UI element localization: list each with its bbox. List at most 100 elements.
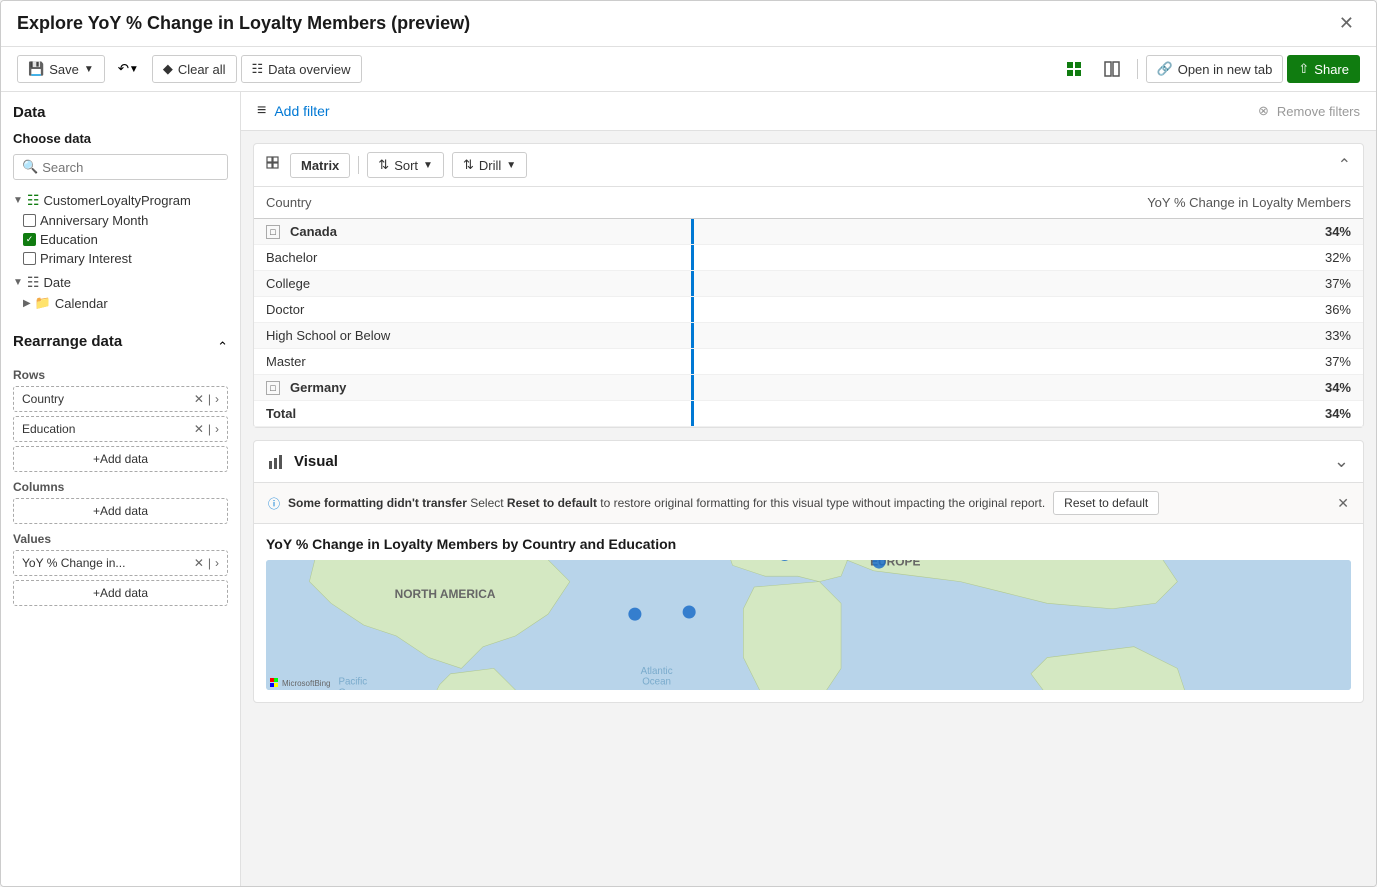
country-pill-more[interactable]: › bbox=[215, 392, 219, 406]
map-container[interactable]: NORTH AMERICA EUROPE ASIA Pacific Ocean … bbox=[266, 560, 1351, 690]
search-input[interactable] bbox=[42, 160, 219, 175]
filter-icon: ≡ bbox=[257, 102, 266, 120]
svg-text:Ocean: Ocean bbox=[642, 677, 671, 688]
tree-item-education[interactable]: ✓ Education bbox=[23, 230, 228, 249]
yoy-pill-remove[interactable]: ✕ bbox=[194, 556, 204, 570]
split-view-button[interactable] bbox=[1095, 55, 1129, 83]
calendar-expand-icon: ▶ bbox=[23, 298, 31, 309]
map-svg: NORTH AMERICA EUROPE ASIA Pacific Ocean … bbox=[266, 560, 1351, 690]
anniversary-month-checkbox[interactable] bbox=[23, 214, 36, 227]
rearrange-title: Rearrange data bbox=[13, 333, 122, 350]
matrix-collapse-button[interactable]: ⌃ bbox=[1338, 155, 1351, 175]
open-new-tab-button[interactable]: 🔗 Open in new tab bbox=[1146, 55, 1284, 83]
education-pill-remove[interactable]: ✕ bbox=[194, 422, 204, 436]
main-content: Data Choose data 🔍 ▼ ☷ CustomerLoyaltyPr… bbox=[1, 92, 1376, 886]
undo-icon: ↶ bbox=[118, 61, 129, 77]
tree-item-anniversary-month[interactable]: Anniversary Month bbox=[23, 211, 228, 230]
tree: ▼ ☷ CustomerLoyaltyProgram Anniversary M… bbox=[13, 190, 228, 313]
folder-icon: 📁 bbox=[35, 295, 51, 311]
add-filter-label[interactable]: Add filter bbox=[274, 103, 329, 119]
save-dropdown-icon: ▼ bbox=[84, 64, 94, 75]
matrix-section: Matrix ⇅ Sort ▼ ⇅ Drill ▼ ⌃ bbox=[253, 143, 1364, 428]
share-icon: ⇧ bbox=[1298, 61, 1309, 77]
yoy-pill: YoY % Change in... ✕ | › bbox=[13, 550, 228, 576]
drill-icon: ⇅ bbox=[463, 157, 474, 173]
rearrange-section: Rearrange data ⌃ Rows Country ✕ | › Educ… bbox=[13, 333, 228, 610]
svg-text:Pacific: Pacific bbox=[338, 677, 367, 688]
filter-bar: ≡ Add filter ⊗ Remove filters bbox=[241, 92, 1376, 131]
clear-button[interactable]: ◆ Clear all bbox=[152, 55, 237, 83]
columns-add-data-button[interactable]: +Add data bbox=[13, 498, 228, 524]
drill-button[interactable]: ⇅ Drill ▼ bbox=[452, 152, 527, 178]
notice-close-button[interactable]: ✕ bbox=[1337, 495, 1349, 512]
sort-button[interactable]: ⇅ Sort ▼ bbox=[367, 152, 444, 178]
split-icon bbox=[1104, 61, 1120, 77]
visual-expand-button[interactable]: ⌄ bbox=[1334, 451, 1349, 472]
table-row: High School or Below 33% bbox=[254, 323, 1363, 349]
matrix-table: Country YoY % Change in Loyalty Members … bbox=[254, 187, 1363, 427]
save-button[interactable]: 💾 Save ▼ bbox=[17, 55, 105, 83]
canada-expander[interactable]: □ bbox=[266, 225, 280, 239]
sort-icon: ⇅ bbox=[378, 157, 389, 173]
remove-filters-icon: ⊗ bbox=[1258, 103, 1269, 119]
undo-dropdown-icon: ▼ bbox=[129, 64, 139, 75]
info-icon: ⓘ bbox=[268, 495, 280, 512]
share-button[interactable]: ⇧ Share bbox=[1287, 55, 1360, 83]
columns-label: Columns bbox=[13, 480, 228, 494]
data-section-title: Data bbox=[13, 104, 228, 121]
education-checkbox[interactable]: ✓ bbox=[23, 233, 36, 246]
formatting-notice: ⓘ Some formatting didn't transfer Select… bbox=[254, 483, 1363, 524]
choose-data-title: Choose data bbox=[13, 131, 228, 146]
visual-chart-icon bbox=[268, 453, 286, 471]
primary-interest-checkbox[interactable] bbox=[23, 252, 36, 265]
country-pill-remove[interactable]: ✕ bbox=[194, 392, 204, 406]
col-header-yoy: YoY % Change in Loyalty Members bbox=[691, 187, 1363, 219]
tree-item-primary-interest[interactable]: Primary Interest bbox=[23, 249, 228, 268]
search-box: 🔍 bbox=[13, 154, 228, 180]
rearrange-collapse-icon[interactable]: ⌃ bbox=[217, 339, 228, 355]
open-icon: 🔗 bbox=[1157, 61, 1173, 77]
date-table-icon: ☷ bbox=[27, 274, 40, 291]
table-row: Master 37% bbox=[254, 349, 1363, 375]
map-title: YoY % Change in Loyalty Members by Count… bbox=[266, 536, 1351, 552]
data-overview-button[interactable]: ☷ Data overview bbox=[241, 55, 362, 83]
tree-item-date[interactable]: ▼ ☷ Date bbox=[13, 272, 228, 293]
matrix-grid-icon bbox=[266, 156, 282, 175]
col-header-country: Country bbox=[254, 187, 691, 219]
values-add-data-button[interactable]: +Add data bbox=[13, 580, 228, 606]
customer-loyalty-children: Anniversary Month ✓ Education Primary In… bbox=[23, 211, 228, 268]
rows-add-data-button[interactable]: +Add data bbox=[13, 446, 228, 472]
svg-text:Ocean: Ocean bbox=[338, 688, 367, 690]
sort-dropdown-icon: ▼ bbox=[423, 160, 433, 171]
table-row: Total 34% bbox=[254, 401, 1363, 427]
reset-to-default-button[interactable]: Reset to default bbox=[1053, 491, 1159, 515]
save-icon: 💾 bbox=[28, 61, 44, 77]
tree-expand-icon: ▼ bbox=[13, 195, 23, 206]
visual-section: Visual ⌄ ⓘ Some formatting didn't transf… bbox=[253, 440, 1364, 703]
education-pill: Education ✕ | › bbox=[13, 416, 228, 442]
visual-header: Visual ⌄ bbox=[254, 441, 1363, 483]
svg-text:Atlantic: Atlantic bbox=[641, 666, 673, 677]
remove-filters-label: Remove filters bbox=[1277, 104, 1360, 119]
grid-icon bbox=[1066, 61, 1082, 77]
bing-logo: MicrosoftBing bbox=[270, 678, 330, 688]
tree-item-customer-loyalty[interactable]: ▼ ☷ CustomerLoyaltyProgram bbox=[13, 190, 228, 211]
grid-view-button[interactable] bbox=[1057, 55, 1091, 83]
values-label: Values bbox=[13, 532, 228, 546]
search-icon: 🔍 bbox=[22, 159, 38, 175]
window-title: Explore YoY % Change in Loyalty Members … bbox=[17, 13, 470, 34]
table-row: College 37% bbox=[254, 271, 1363, 297]
toolbar: 💾 Save ▼ ↶ ▼ ◆ Clear all ☷ Data overview bbox=[1, 47, 1376, 92]
country-pill: Country ✕ | › bbox=[13, 386, 228, 412]
undo-button[interactable]: ↶ ▼ bbox=[109, 55, 148, 83]
yoy-pill-more[interactable]: › bbox=[215, 556, 219, 570]
date-expand-icon: ▼ bbox=[13, 277, 23, 288]
map-section: YoY % Change in Loyalty Members by Count… bbox=[254, 524, 1363, 702]
tree-item-calendar[interactable]: ▶ 📁 Calendar bbox=[23, 293, 228, 313]
germany-expander[interactable]: □ bbox=[266, 381, 280, 395]
close-button[interactable]: ✕ bbox=[1333, 11, 1360, 36]
yoy-pill-separator: | bbox=[208, 556, 211, 570]
table-row: □ Germany 34% bbox=[254, 375, 1363, 401]
table-row: Bachelor 32% bbox=[254, 245, 1363, 271]
education-pill-more[interactable]: › bbox=[215, 422, 219, 436]
